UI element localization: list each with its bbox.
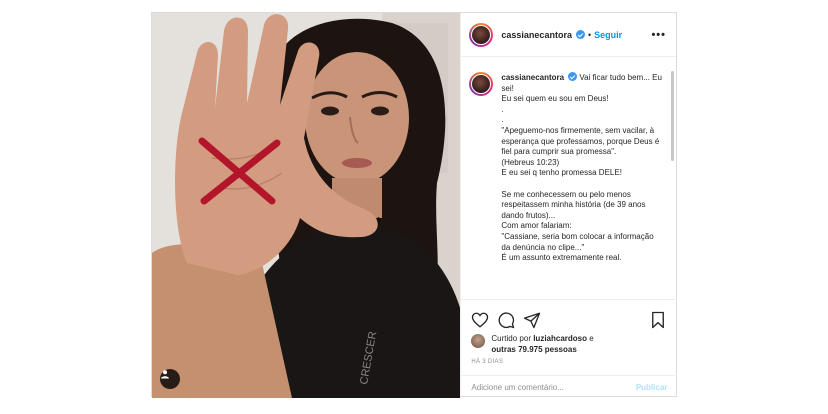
heart-icon[interactable] bbox=[471, 311, 489, 329]
user-tag-icon[interactable] bbox=[160, 369, 180, 389]
caption-text: cassianecantora Vai ficar tudo bem... Eu… bbox=[501, 72, 663, 299]
caption-area: cassianecantora Vai ficar tudo bem... Eu… bbox=[461, 57, 677, 299]
share-icon[interactable] bbox=[523, 311, 541, 329]
photo-illustration: CRESCER CRESCER bbox=[152, 13, 461, 398]
avatar[interactable] bbox=[469, 22, 494, 47]
post-photo[interactable]: CRESCER CRESCER bbox=[152, 13, 461, 398]
bookmark-icon[interactable] bbox=[649, 311, 667, 329]
comment-icon[interactable] bbox=[497, 311, 515, 329]
post-side-panel: cassianecantora • Seguir ••• cassianecan… bbox=[460, 13, 678, 398]
post-timestamp[interactable]: HÁ 3 DIAS bbox=[471, 359, 503, 365]
caption-body: Vai ficar tudo bem... Eu sei! Eu sei que… bbox=[501, 73, 662, 263]
liker-avatar[interactable] bbox=[471, 334, 486, 348]
header-separator: • bbox=[587, 29, 592, 40]
likes-others[interactable]: outras 79.975 pessoas bbox=[491, 345, 576, 354]
publish-button[interactable]: Publicar bbox=[636, 383, 668, 392]
verified-badge-icon bbox=[568, 72, 578, 81]
comment-input[interactable] bbox=[471, 382, 636, 392]
follow-button[interactable]: Seguir bbox=[594, 30, 622, 40]
likes-text: Curtido por luziahcardoso e outras 79.97… bbox=[491, 333, 593, 355]
verified-badge-icon bbox=[575, 30, 585, 39]
caption-avatar[interactable] bbox=[469, 72, 494, 96]
likes-summary: Curtido por luziahcardoso e outras 79.97… bbox=[471, 333, 671, 355]
caption-scrollbar[interactable] bbox=[671, 71, 674, 161]
post-header: cassianecantora • Seguir ••• bbox=[461, 13, 676, 57]
likes-prefix: Curtido por bbox=[491, 334, 534, 343]
caption-username[interactable]: cassianecantora bbox=[501, 73, 564, 82]
more-options-icon[interactable]: ••• bbox=[651, 29, 666, 41]
likes-middle: e bbox=[587, 334, 594, 343]
instagram-post: CRESCER CRESCER cassianecantora • Se bbox=[151, 12, 678, 398]
liker-username[interactable]: luziahcardoso bbox=[533, 334, 587, 343]
header-username[interactable]: cassianecantora bbox=[501, 30, 572, 40]
comment-bar: Publicar bbox=[461, 375, 678, 398]
